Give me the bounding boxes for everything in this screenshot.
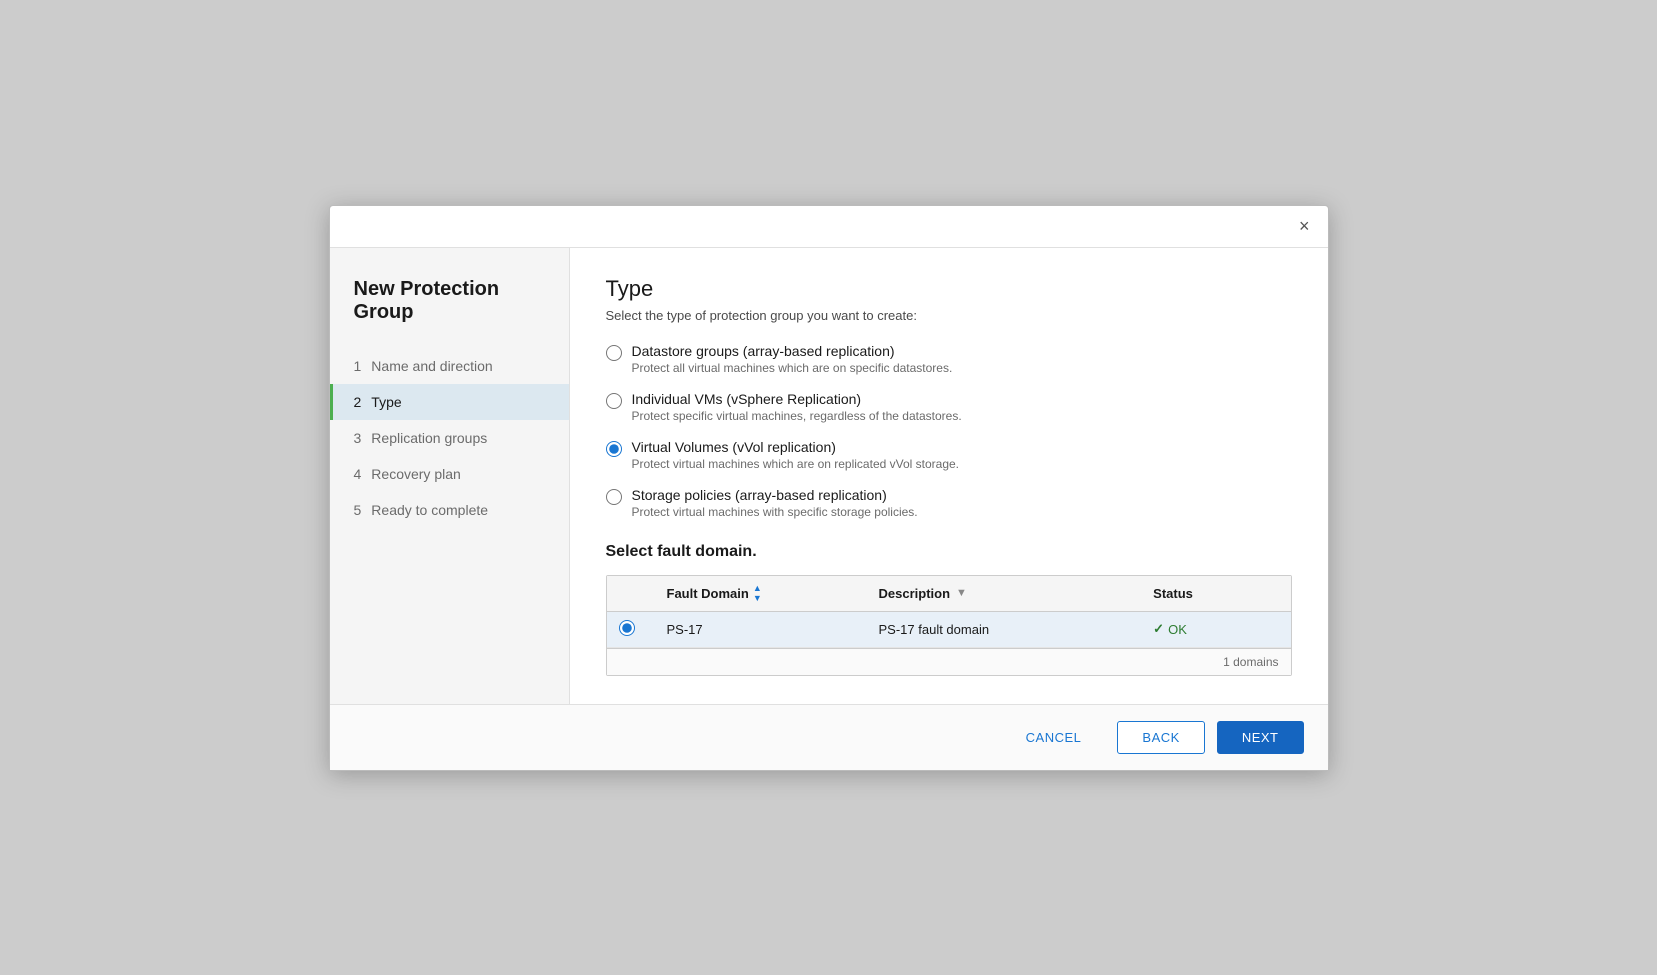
row-radio-ps17[interactable]	[619, 620, 635, 636]
radio-vvol-label[interactable]: Virtual Volumes (vVol replication)	[632, 439, 836, 455]
table-header: Fault Domain ▲ ▼ Description ▼ Status	[607, 576, 1291, 612]
sidebar-item-label-5: Ready to complete	[371, 502, 488, 518]
radio-datastore-label[interactable]: Datastore groups (array-based replicatio…	[632, 343, 895, 359]
radio-option-individual: Individual VMs (vSphere Replication) Pro…	[606, 391, 1292, 423]
sort-desc-icon[interactable]: ▼	[753, 594, 762, 603]
sidebar-item-label-4: Recovery plan	[371, 466, 461, 482]
row-radio-cell[interactable]	[607, 620, 655, 639]
cancel-button[interactable]: CANCEL	[1002, 722, 1106, 753]
status-text: OK	[1168, 622, 1187, 637]
table-footer: 1 domains	[607, 648, 1291, 675]
radio-storage-label[interactable]: Storage policies (array-based replicatio…	[632, 487, 887, 503]
radio-individual-desc: Protect specific virtual machines, regar…	[632, 409, 962, 423]
row-status: ✓ OK	[1141, 621, 1290, 637]
radio-datastore-desc: Protect all virtual machines which are o…	[632, 361, 953, 375]
radio-storage-desc: Protect virtual machines with specific s…	[632, 505, 918, 519]
column-header-status: Status	[1141, 586, 1290, 601]
section-title: Type	[606, 276, 1292, 302]
check-icon: ✓	[1153, 621, 1164, 637]
dialog-header: ×	[330, 206, 1328, 248]
radio-option-storage: Storage policies (array-based replicatio…	[606, 487, 1292, 519]
sidebar-item-label-3: Replication groups	[371, 430, 487, 446]
dialog-title: New Protection Group	[330, 268, 569, 348]
sort-icons-fault-domain[interactable]: ▲ ▼	[753, 584, 762, 603]
radio-individual-vms[interactable]	[606, 393, 622, 409]
sidebar-item-name-direction[interactable]: 1 Name and direction	[330, 348, 569, 384]
column-header-fault-domain: Fault Domain ▲ ▼	[655, 584, 867, 603]
dialog-footer: CANCEL BACK NEXT	[330, 704, 1328, 770]
sidebar-item-label-2: Type	[371, 394, 401, 410]
fault-domain-title: Select fault domain.	[606, 543, 1292, 561]
radio-option-datastore: Datastore groups (array-based replicatio…	[606, 343, 1292, 375]
radio-storage-policies[interactable]	[606, 489, 622, 505]
step-number-3: 3	[354, 430, 362, 446]
next-button[interactable]: NEXT	[1217, 721, 1304, 754]
radio-vvol[interactable]	[606, 441, 622, 457]
column-header-description: Description ▼	[867, 586, 1142, 601]
new-protection-group-dialog: × New Protection Group 1 Name and direct…	[329, 205, 1329, 771]
main-content: Type Select the type of protection group…	[570, 248, 1328, 704]
radio-datastore-groups[interactable]	[606, 345, 622, 361]
section-subtitle: Select the type of protection group you …	[606, 308, 1292, 323]
sidebar: New Protection Group 1 Name and directio…	[330, 248, 570, 704]
filter-icon-description[interactable]: ▼	[956, 587, 967, 599]
radio-individual-label[interactable]: Individual VMs (vSphere Replication)	[632, 391, 862, 407]
step-number-4: 4	[354, 466, 362, 482]
sort-asc-icon[interactable]: ▲	[753, 584, 762, 593]
radio-option-vvol: Virtual Volumes (vVol replication) Prote…	[606, 439, 1292, 471]
sidebar-item-label-1: Name and direction	[371, 358, 492, 374]
step-number-1: 1	[354, 358, 362, 374]
back-button[interactable]: BACK	[1117, 721, 1204, 754]
sidebar-item-recovery-plan[interactable]: 4 Recovery plan	[330, 456, 569, 492]
sidebar-item-replication-groups[interactable]: 3 Replication groups	[330, 420, 569, 456]
radio-vvol-desc: Protect virtual machines which are on re…	[632, 457, 960, 471]
close-button[interactable]: ×	[1293, 214, 1316, 239]
table-row[interactable]: PS-17 PS-17 fault domain ✓ OK	[607, 612, 1291, 648]
row-description: PS-17 fault domain	[867, 622, 1142, 637]
sidebar-item-ready-to-complete[interactable]: 5 Ready to complete	[330, 492, 569, 528]
row-fault-domain: PS-17	[655, 622, 867, 637]
fault-domain-table: Fault Domain ▲ ▼ Description ▼ Status	[606, 575, 1292, 676]
step-number-2: 2	[354, 394, 362, 410]
dialog-body: New Protection Group 1 Name and directio…	[330, 248, 1328, 704]
sidebar-item-type[interactable]: 2 Type	[330, 384, 569, 420]
step-number-5: 5	[354, 502, 362, 518]
